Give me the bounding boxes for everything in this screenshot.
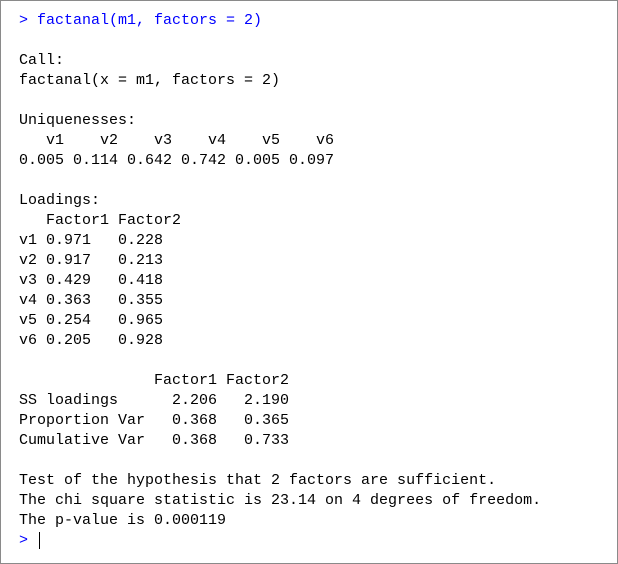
output-loadings-columns: Factor1 Factor2 — [19, 212, 182, 229]
r-console[interactable]: > factanal(m1, factors = 2) Call: factan… — [0, 0, 618, 564]
output-chi-square: The chi square statistic is 23.14 on 4 d… — [19, 492, 542, 509]
output-uniquenesses-header: Uniquenesses: — [19, 112, 137, 129]
output-call-header: Call: — [19, 52, 65, 69]
output-uniquenesses-values: 0.005 0.114 0.642 0.742 0.005 0.097 — [19, 152, 335, 169]
output-call: factanal(x = m1, factors = 2) — [19, 72, 281, 89]
output-loadings-row: v3 0.429 0.418 — [19, 272, 164, 289]
output-proportion-var: Proportion Var 0.368 0.365 — [19, 412, 290, 429]
output-loadings-header: Loadings: — [19, 192, 101, 209]
output-loadings-row: v2 0.917 0.213 — [19, 252, 164, 269]
output-cumulative-var: Cumulative Var 0.368 0.733 — [19, 432, 290, 449]
output-test-hypothesis: Test of the hypothesis that 2 factors ar… — [19, 472, 497, 489]
text-cursor[interactable] — [39, 532, 40, 549]
output-loadings-row: v1 0.971 0.228 — [19, 232, 164, 249]
output-ss-loadings: SS loadings 2.206 2.190 — [19, 392, 290, 409]
output-p-value: The p-value is 0.000119 — [19, 512, 227, 529]
console-prompt: > — [19, 532, 29, 549]
command-line: > factanal(m1, factors = 2) — [19, 12, 263, 29]
output-loadings-row: v4 0.363 0.355 — [19, 292, 164, 309]
output-uniquenesses-labels: v1 v2 v3 v4 v5 v6 — [19, 132, 335, 149]
output-variance-columns: Factor1 Factor2 — [19, 372, 290, 389]
output-loadings-row: v6 0.205 0.928 — [19, 332, 164, 349]
output-loadings-row: v5 0.254 0.965 — [19, 312, 164, 329]
